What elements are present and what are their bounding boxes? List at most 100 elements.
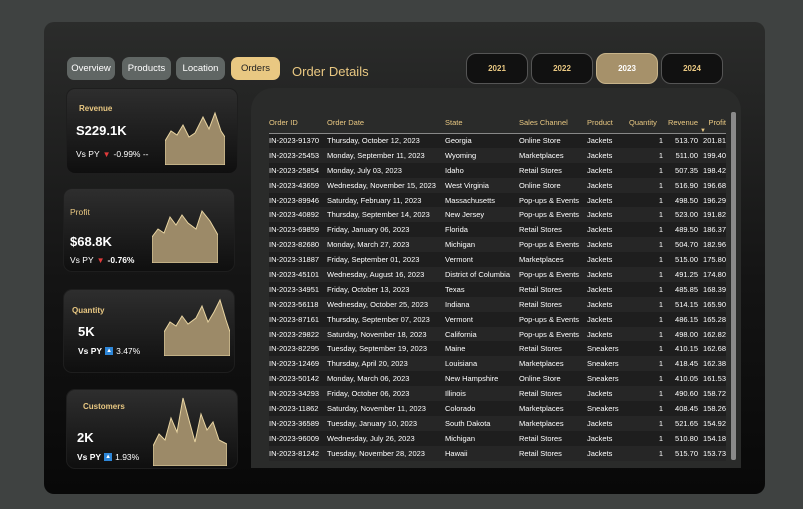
table-cell: Pop-ups & Events xyxy=(519,314,580,324)
table-row[interactable]: IN-2023-82680 Monday, March 27, 2023 Michi… xyxy=(269,237,726,253)
table-cell: Jackets xyxy=(587,210,613,220)
table-row[interactable]: IN-2023-29822 Saturday, November 18, 2023… xyxy=(269,326,726,342)
year-button-2021[interactable]: 2021 xyxy=(466,53,528,84)
table-cell: 1 xyxy=(658,359,663,369)
table-row[interactable]: IN-2023-43659 Wednesday, November 15, 202… xyxy=(269,177,726,193)
table-cell: IN-2023-29822 xyxy=(269,329,320,339)
table-cell: Online Store xyxy=(519,374,561,384)
table-cell: Wyoming xyxy=(445,150,477,160)
column-header-order-id[interactable]: Order ID xyxy=(269,112,327,134)
table-cell: 175.80 xyxy=(703,255,726,265)
table-row[interactable]: IN-2023-40892 Thursday, September 14, 202… xyxy=(269,207,726,223)
table-row[interactable]: IN-2023-11862 Saturday, November 11, 2023… xyxy=(269,401,726,416)
table-cell: Online Store xyxy=(519,180,561,190)
table-header-row: Order ID Order Date State Sales Channel … xyxy=(269,112,726,134)
table-row[interactable]: IN-2023-25453 Monday, September 11, 2023 W… xyxy=(269,147,726,163)
table-cell: IN-2023-31887 xyxy=(269,255,320,265)
table-cell: 198.42 xyxy=(703,165,726,175)
column-header-quantity[interactable]: Quantity xyxy=(629,112,663,134)
table-cell: Thursday, September 14, 2023 xyxy=(327,210,430,220)
table-cell: 410.05 xyxy=(675,374,698,384)
table-cell: 199.40 xyxy=(703,150,726,160)
table-cell: 510.80 xyxy=(675,433,698,443)
table-cell: Jackets xyxy=(587,240,613,250)
table-cell: 191.82 xyxy=(703,210,726,220)
column-header-profit[interactable]: Profit ▼ xyxy=(698,112,726,134)
table-cell: District of Columbia xyxy=(445,269,511,279)
table-cell: 418.45 xyxy=(675,359,698,369)
table-row[interactable]: IN-2023-34293 Friday, October 06, 2023 Ill… xyxy=(269,386,726,402)
table-cell: Tuesday, November 28, 2023 xyxy=(327,448,425,458)
table-row[interactable]: IN-2023-45101 Wednesday, August 16, 2023 D… xyxy=(269,267,726,282)
kpi-change: 1.93% xyxy=(115,452,140,462)
table-row[interactable]: IN-2023-91370 Thursday, October 12, 2023 G… xyxy=(269,133,726,148)
tab-orders[interactable]: Orders xyxy=(231,57,280,80)
table-cell: Wednesday, November 15, 2023 xyxy=(327,180,436,190)
table-row[interactable]: IN-2023-81242 Tuesday, November 28, 2023 H… xyxy=(269,445,726,461)
table-cell: Sneakers xyxy=(587,344,619,354)
table-cell: IN-2023-89946 xyxy=(269,195,320,205)
tab-location[interactable]: Location xyxy=(176,57,225,80)
table-row[interactable]: IN-2023-31887 Friday, September 01, 2023 V… xyxy=(269,252,726,268)
kpi-card-profit: Profit $68.8K Vs PY ▼ -0.76% xyxy=(63,188,235,272)
table-cell: IN-2023-11862 xyxy=(269,403,319,413)
year-button-2024[interactable]: 2024 xyxy=(661,53,723,84)
table-scrollbar[interactable] xyxy=(731,112,736,460)
column-header-order-date[interactable]: Order Date xyxy=(327,112,445,134)
column-header-revenue[interactable]: Revenue xyxy=(663,112,698,134)
table-cell: IN-2023-69859 xyxy=(269,225,320,235)
table-cell: 168.39 xyxy=(703,284,726,294)
table-cell: 1 xyxy=(658,344,663,354)
table-row[interactable]: IN-2023-34951 Friday, October 13, 2023 Tex… xyxy=(269,281,726,297)
tab-overview[interactable]: Overview xyxy=(67,57,115,80)
kpi-value: 2K xyxy=(77,430,94,445)
table-cell: IN-2023-87161 xyxy=(269,314,320,324)
table-row[interactable]: IN-2023-96009 Wednesday, July 26, 2023 Mic… xyxy=(269,430,726,446)
kpi-vs-label: Vs PY xyxy=(76,149,100,159)
column-header-state[interactable]: State xyxy=(445,112,519,134)
table-cell: Sneakers xyxy=(587,403,619,413)
year-button-2023[interactable]: 2023 xyxy=(596,53,658,84)
table-cell: IN-2023-40892 xyxy=(269,210,320,220)
table-row[interactable]: IN-2023-89946 Saturday, February 11, 2023… xyxy=(269,192,726,208)
kpi-value: S229.1K xyxy=(76,123,127,138)
table-cell: Jackets xyxy=(587,225,613,235)
table-row[interactable]: IN-2023-12469 Thursday, April 20, 2023 Lou… xyxy=(269,356,726,372)
profit-sparkline xyxy=(152,209,218,263)
table-cell: Thursday, October 12, 2023 xyxy=(327,136,420,146)
table-scrollbar-thumb[interactable] xyxy=(731,112,736,460)
table-cell: Georgia xyxy=(445,136,472,146)
table-cell: Marketplaces xyxy=(519,150,564,160)
table-cell: Maine xyxy=(445,344,466,354)
table-row[interactable]: IN-2023-82295 Tuesday, September 19, 2023… xyxy=(269,341,726,357)
table-cell: Retail Stores xyxy=(519,299,562,309)
table-row[interactable]: IN-2023-69859 Friday, January 06, 2023 Flo… xyxy=(269,222,726,238)
table-cell: 515.00 xyxy=(675,255,698,265)
trend-down-icon: ▼ xyxy=(102,149,111,159)
tab-products[interactable]: Products xyxy=(122,57,171,80)
table-cell: 196.29 xyxy=(703,195,726,205)
table-cell: IN-2023-43659 xyxy=(269,180,320,190)
table-cell: Friday, January 06, 2023 xyxy=(327,225,410,235)
table-row[interactable]: IN-2023-56118 Wednesday, October 25, 2023… xyxy=(269,296,726,312)
table-cell: Jackets xyxy=(587,418,613,428)
table-cell: Thursday, April 20, 2023 xyxy=(327,359,408,369)
table-cell: 1 xyxy=(658,448,663,458)
table-cell: Jackets xyxy=(587,136,613,146)
year-button-2022[interactable]: 2022 xyxy=(531,53,593,84)
table-cell: Jackets xyxy=(587,269,613,279)
table-cell: Pop-ups & Events xyxy=(519,195,580,205)
table-row[interactable]: IN-2023-87161 Thursday, September 07, 202… xyxy=(269,311,726,327)
column-header-product[interactable]: Product xyxy=(587,112,629,134)
table-cell: Pop-ups & Events xyxy=(519,329,580,339)
table-cell: 498.50 xyxy=(675,195,698,205)
table-cell: Retail Stores xyxy=(519,389,562,399)
table-cell: 154.92 xyxy=(703,418,726,428)
table-row[interactable]: IN-2023-50142 Monday, March 06, 2023 New H… xyxy=(269,371,726,387)
table-row[interactable]: IN-2023-36589 Tuesday, January 10, 2023 So… xyxy=(269,415,726,431)
table-cell: 1 xyxy=(658,240,663,250)
table-cell: 1 xyxy=(658,433,663,443)
column-header-sales-channel[interactable]: Sales Channel xyxy=(519,112,587,134)
table-cell: 1 xyxy=(658,210,663,220)
table-row[interactable]: IN-2023-25854 Monday, July 03, 2023 Idaho R… xyxy=(269,162,726,178)
